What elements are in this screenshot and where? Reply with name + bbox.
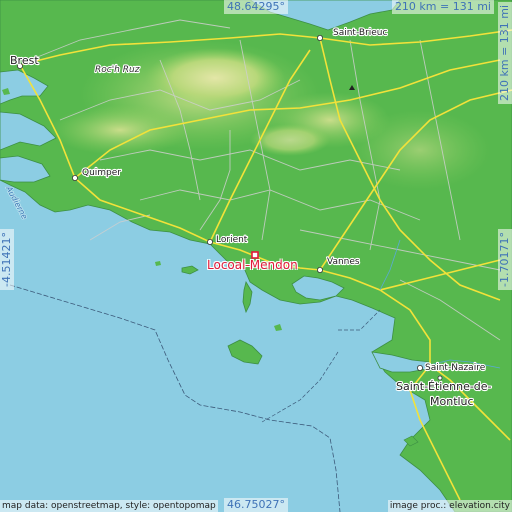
city-dot-icon bbox=[72, 174, 79, 181]
right-longitude: -1.70171° bbox=[498, 229, 512, 290]
credit-map-data: map data: openstreetmap, style: opentopo… bbox=[0, 500, 218, 512]
focus-place-label: Locoal-Mendon bbox=[207, 258, 298, 272]
left-longitude: -4.51421° bbox=[0, 229, 14, 290]
relief-far-east bbox=[350, 110, 490, 190]
bottom-latitude: 46.75027° bbox=[224, 498, 288, 512]
city-dot-icon bbox=[316, 266, 323, 273]
city-dot-icon bbox=[316, 35, 323, 42]
map-canvas: Brest Saint-Brieuc Roc'h Ruz Quimper Lor… bbox=[0, 0, 512, 512]
label-lorient: Lorient bbox=[216, 235, 248, 245]
label-saint-nazaire: Saint-Nazaire bbox=[425, 363, 486, 373]
label-brest: Brest bbox=[10, 54, 39, 67]
label-roch-ruz: Roc'h Ruz bbox=[95, 65, 140, 75]
relief-monts-arree bbox=[145, 48, 285, 108]
label-saint-etienne-line2: Montluc bbox=[430, 395, 474, 408]
relief-noires bbox=[50, 105, 190, 155]
label-saint-brieuc: Saint-Brieuc bbox=[333, 28, 388, 38]
scale-horizontal: 210 km = 131 mi bbox=[391, 0, 494, 14]
city-dot-icon bbox=[416, 364, 423, 371]
credit-image-proc: image proc.: elevation.city bbox=[387, 500, 512, 512]
label-saint-etienne-line1: Saint-Étienne-de- bbox=[396, 380, 492, 393]
label-quimper: Quimper bbox=[82, 168, 121, 178]
top-latitude: 48.64295° bbox=[224, 0, 288, 14]
label-vannes: Vannes bbox=[327, 257, 360, 267]
city-dot-icon bbox=[206, 238, 213, 245]
topographic-map[interactable]: Brest Saint-Brieuc Roc'h Ruz Quimper Lor… bbox=[0, 0, 512, 512]
scale-vertical: 210 km = 131 mi bbox=[498, 1, 512, 104]
